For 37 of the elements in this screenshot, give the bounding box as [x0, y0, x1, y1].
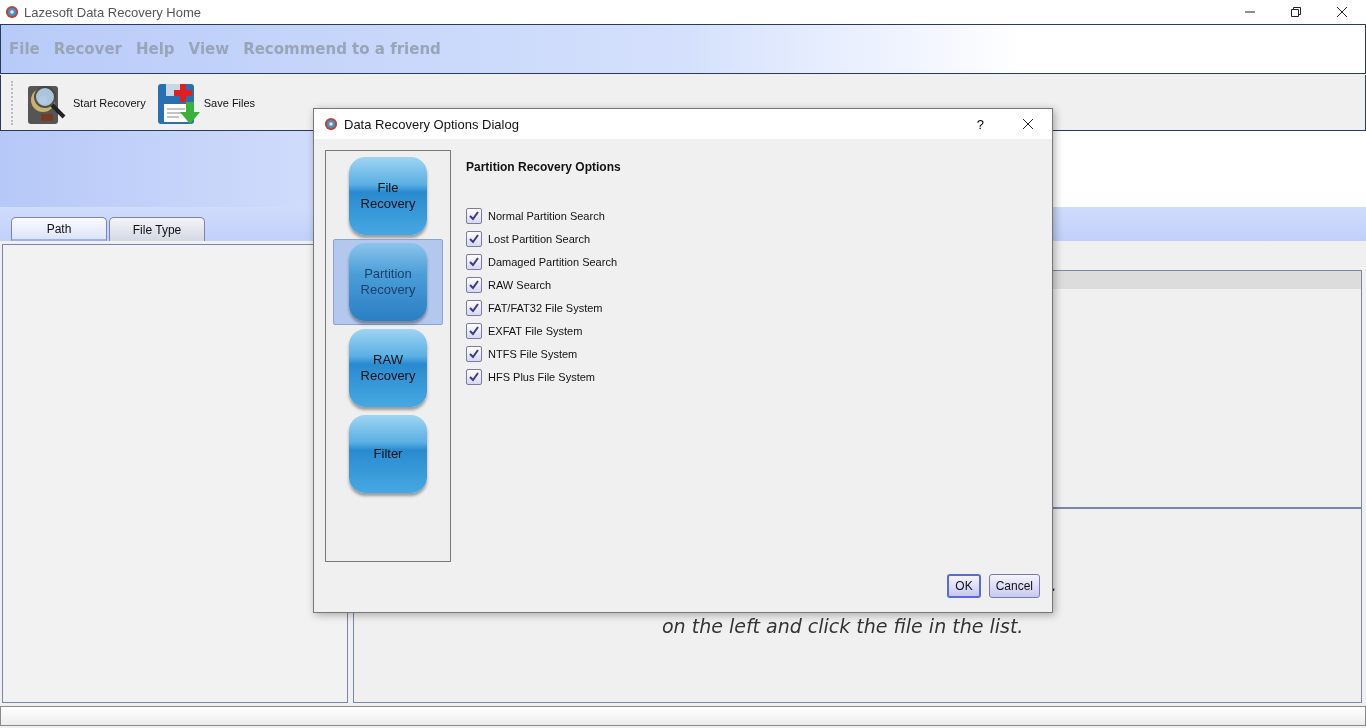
checkbox-label: HFS Plus File System [488, 371, 595, 383]
checkbox-label: Lost Partition Search [488, 233, 591, 245]
checkbox[interactable] [466, 277, 482, 293]
category-button[interactable]: Filter [349, 415, 427, 493]
tab[interactable]: File Type [109, 217, 205, 241]
toolbar-button[interactable]: Save Files [155, 79, 256, 126]
tab[interactable]: Path [11, 217, 107, 241]
help-button[interactable]: ? [976, 116, 984, 132]
checkbox[interactable] [466, 300, 482, 316]
window-title: Lazesoft Data Recovery Home [24, 4, 202, 20]
close-icon[interactable] [1336, 6, 1348, 18]
category-button[interactable]: Partition Recovery [349, 243, 427, 321]
checkbox-label: RAW Search [488, 279, 552, 291]
dialog-title: Data Recovery Options Dialog [344, 116, 519, 132]
checkbox[interactable] [466, 323, 482, 339]
checkbox[interactable] [466, 346, 482, 362]
cancel-button[interactable]: Cancel [988, 574, 1040, 598]
checkbox-label: Damaged Partition Search [488, 256, 617, 268]
checkbox[interactable] [466, 254, 482, 270]
restore-icon[interactable] [1290, 6, 1302, 18]
checkbox[interactable] [466, 231, 482, 247]
app-logo-icon [5, 5, 19, 19]
checkbox-label: NTFS File System [488, 348, 578, 360]
app-logo-icon [324, 117, 338, 131]
options-heading: Partition Recovery Options [466, 160, 621, 174]
close-icon[interactable] [1022, 118, 1034, 130]
checkbox-label: Normal Partition Search [488, 210, 605, 222]
checkbox[interactable] [466, 208, 482, 224]
category-button[interactable]: File Recovery [349, 157, 427, 235]
hint-text: . [1051, 573, 1058, 595]
checkbox[interactable] [466, 369, 482, 385]
category-button[interactable]: RAW Recovery [349, 329, 427, 407]
hint-text: on the left and click the file in the list. [662, 615, 1024, 637]
checkbox-label: EXFAT File System [488, 325, 583, 337]
toolbar-button[interactable]: Start Recovery [25, 79, 146, 126]
checkbox-label: FAT/FAT32 File System [488, 302, 603, 314]
ok-button[interactable]: OK [947, 574, 981, 598]
